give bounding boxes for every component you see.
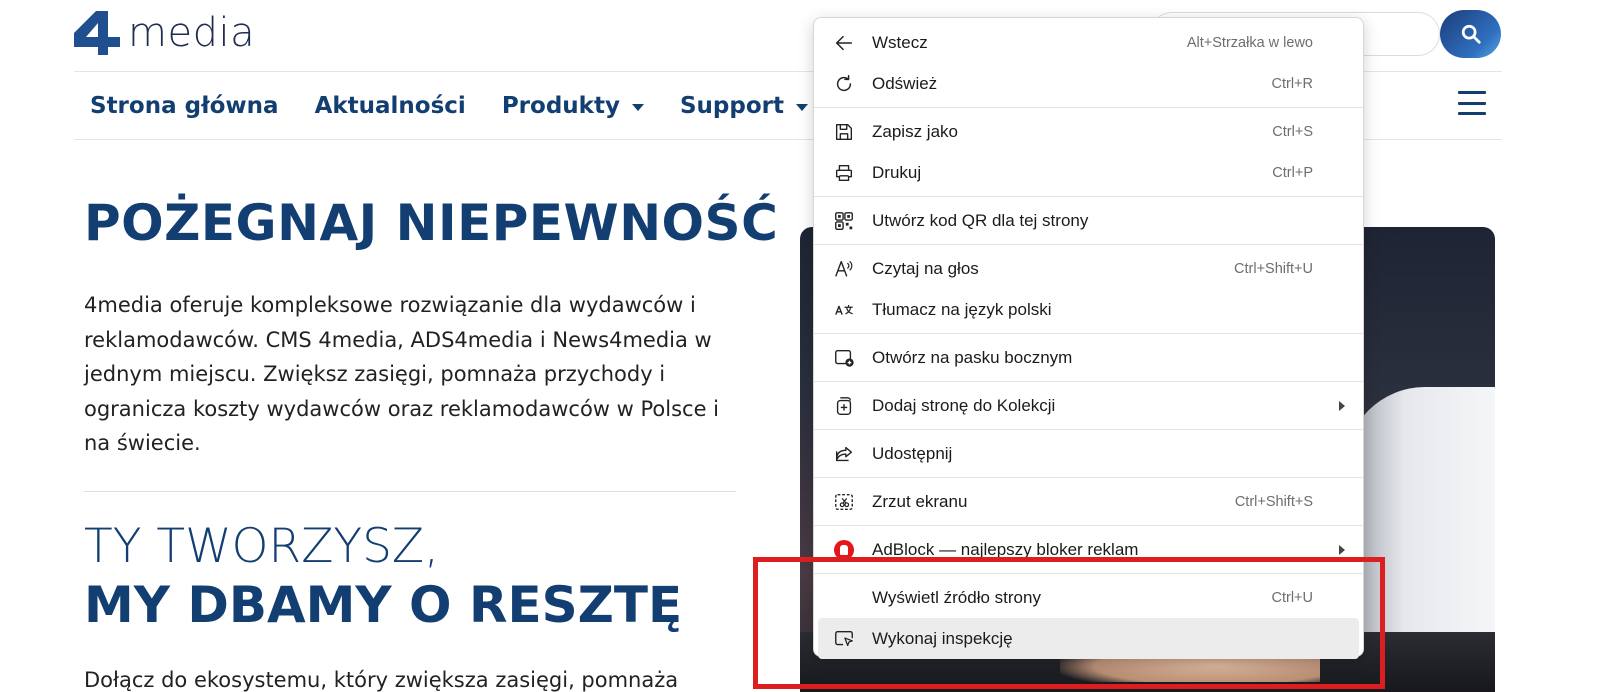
menu-item-print[interactable]: Drukuj Ctrl+P xyxy=(818,152,1359,193)
translate-icon xyxy=(832,298,856,322)
print-icon xyxy=(832,161,856,185)
chevron-down-icon xyxy=(795,103,808,111)
logo-mark-icon xyxy=(74,11,120,55)
menu-item-label: Drukuj xyxy=(872,162,922,182)
collections-icon xyxy=(832,394,856,418)
tagline-line-1: TY TWORZYSZ, xyxy=(84,519,440,574)
menu-item-screenshot[interactable]: Zrzut ekranu Ctrl+Shift+S xyxy=(818,481,1359,522)
join-paragraph: Dołącz do ekosystemu, który zwiększa zas… xyxy=(84,668,679,692)
menu-item-label: Odśwież xyxy=(872,73,938,93)
refresh-icon xyxy=(832,72,856,96)
nav-item-label: Support xyxy=(679,93,784,119)
menu-item-label: Dodaj stronę do Kolekcji xyxy=(872,395,1056,415)
sidebar-icon xyxy=(832,346,856,370)
menu-item-share[interactable]: Udostępnij xyxy=(818,433,1359,474)
submenu-arrow-icon xyxy=(1339,400,1345,411)
screenshot-icon xyxy=(832,490,856,514)
read-aloud-icon xyxy=(832,257,856,281)
nav-item-label: Strona główna xyxy=(90,93,279,119)
logo-text: media xyxy=(128,10,256,56)
hero-title: POŻEGNAJ NIEPEWNOŚĆ xyxy=(84,194,779,252)
menu-separator xyxy=(814,429,1363,430)
tagline-line-2: MY DBAMY O RESZTĘ xyxy=(84,576,683,634)
share-icon xyxy=(832,442,856,466)
nav-item-home[interactable]: Strona główna xyxy=(90,93,279,119)
menu-item-back[interactable]: Wstecz Alt+Strzałka w lewo xyxy=(818,22,1359,63)
section-divider xyxy=(84,491,736,492)
menu-item-shortcut: Ctrl+S xyxy=(1272,123,1313,140)
back-arrow-icon xyxy=(832,31,856,55)
menu-item-open-in-sidebar[interactable]: Otwórz na pasku bocznym xyxy=(818,337,1359,378)
highlight-annotation-box xyxy=(753,557,1385,689)
menu-item-label: Czytaj na głos xyxy=(872,258,979,278)
menu-separator xyxy=(814,477,1363,478)
menu-item-label: Utwórz kod QR dla tej strony xyxy=(872,210,1089,230)
menu-item-shortcut: Ctrl+P xyxy=(1272,164,1313,181)
chevron-down-icon xyxy=(631,103,644,111)
menu-item-shortcut: Ctrl+Shift+U xyxy=(1234,260,1313,277)
search-button[interactable] xyxy=(1440,10,1501,58)
menu-item-save-as[interactable]: Zapisz jako Ctrl+S xyxy=(818,111,1359,152)
menu-item-label: Udostępnij xyxy=(872,443,953,463)
menu-item-shortcut: Ctrl+R xyxy=(1271,75,1314,92)
site-logo[interactable]: media xyxy=(74,10,255,56)
menu-item-shortcut: Ctrl+Shift+S xyxy=(1234,493,1313,510)
menu-item-add-to-collections[interactable]: Dodaj stronę do Kolekcji xyxy=(818,385,1359,426)
nav-item-label: Produkty xyxy=(501,93,620,119)
menu-item-label: Zrzut ekranu xyxy=(872,491,968,511)
menu-separator xyxy=(814,333,1363,334)
menu-item-refresh[interactable]: Odśwież Ctrl+R xyxy=(818,63,1359,104)
hamburger-icon[interactable] xyxy=(1458,91,1486,115)
nav-item-products[interactable]: Produkty xyxy=(502,93,644,119)
menu-item-translate[interactable]: Tłumacz na język polski xyxy=(818,289,1359,330)
nav-item-news[interactable]: Aktualności xyxy=(315,93,466,119)
main-nav: Strona główna Aktualności Produkty Suppo… xyxy=(90,88,844,124)
menu-item-label: Tłumacz na język polski xyxy=(872,299,1052,319)
menu-item-qr-code[interactable]: Utwórz kod QR dla tej strony xyxy=(818,200,1359,241)
menu-item-label: Wstecz xyxy=(872,32,928,52)
menu-item-label: Otwórz na pasku bocznym xyxy=(872,347,1073,367)
submenu-arrow-icon xyxy=(1339,544,1345,555)
menu-separator xyxy=(814,525,1363,526)
menu-separator xyxy=(814,381,1363,382)
nav-item-label: Aktualności xyxy=(314,93,466,119)
menu-separator xyxy=(814,107,1363,108)
save-as-icon xyxy=(832,120,856,144)
qr-code-icon xyxy=(832,209,856,233)
menu-separator xyxy=(814,196,1363,197)
menu-separator xyxy=(814,244,1363,245)
search-icon xyxy=(1461,24,1481,44)
menu-item-label: Zapisz jako xyxy=(872,121,958,141)
menu-item-shortcut: Alt+Strzałka w lewo xyxy=(1186,34,1313,51)
nav-item-support[interactable]: Support xyxy=(680,93,808,119)
menu-item-read-aloud[interactable]: Czytaj na głos Ctrl+Shift+U xyxy=(818,248,1359,289)
hero-description: 4media oferuje kompleksowe rozwiązanie d… xyxy=(84,293,720,455)
